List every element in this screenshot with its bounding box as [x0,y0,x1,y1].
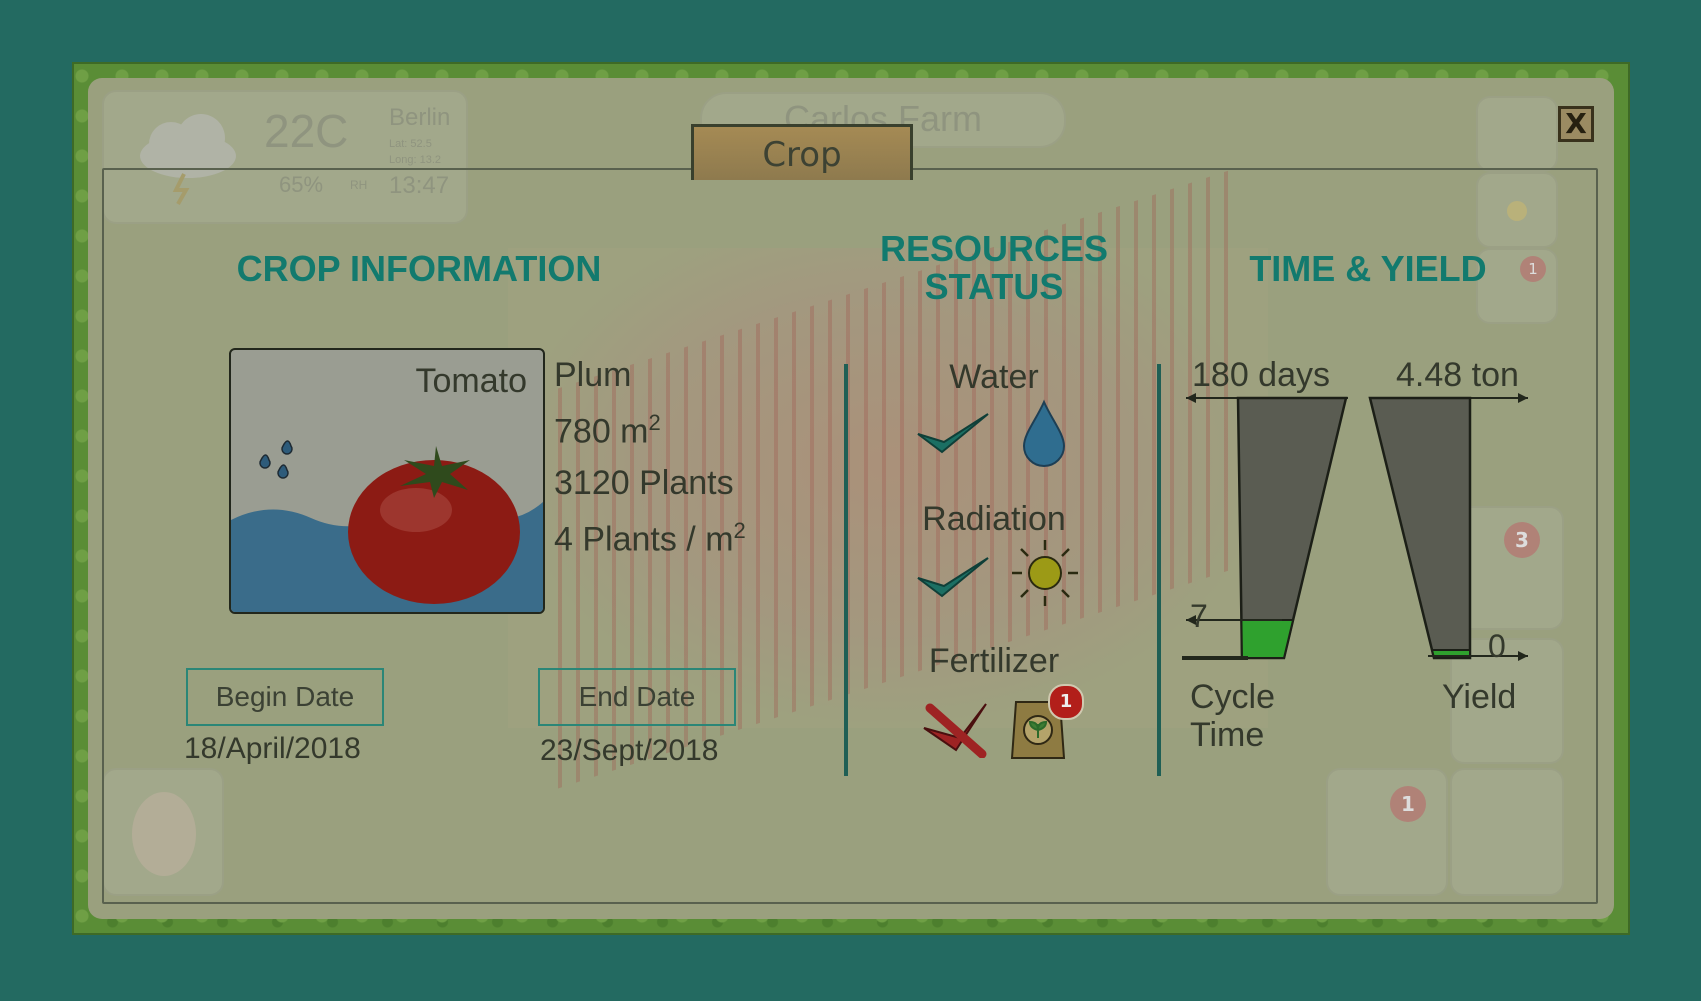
plant-density: 4 Plants / m2 [554,518,746,559]
water-drop-icon [1022,399,1066,467]
crop-area: 780 m2 [554,410,661,451]
radiation-ok-check-icon [917,557,989,598]
crop-image-card: Tomato [229,348,545,614]
longitude: Long: 13.2 [389,154,441,166]
section-divider-2 [1157,364,1161,776]
crop-information-heading: CROP INFORMATION [236,248,602,289]
close-button[interactable]: X [1558,106,1594,142]
crop-area-value: 780 m [554,412,649,451]
tomato-icon [231,440,543,612]
cycle-current-value: 7 [1190,598,1208,634]
yield-label: Yield [1442,678,1517,716]
city-name: Berlin [389,104,451,131]
fertilizer-fail-cross-icon [923,703,987,758]
section-divider-1 [844,364,848,776]
crop-area-unit-exp: 2 [648,410,661,435]
cycle-time-label: Cycle Time [1190,678,1275,754]
temperature: 22C [264,105,349,157]
water-label: Water [949,358,1039,396]
yield-current-value: 0 [1488,628,1506,664]
yield-gauge-shape [1368,396,1472,660]
sun-icon [1012,540,1078,606]
time-yield-heading: TIME & YIELD [1249,248,1487,289]
plant-count: 3120 Plants [554,464,734,502]
crop-variety: Plum [554,356,632,394]
dialog-panel: 22C Berlin Lat: 52.5 Long: 13.2 65% RH 1… [88,78,1614,919]
cycle-label-line1: Cycle [1190,678,1276,716]
end-date-button[interactable]: End Date [538,668,736,726]
fertilizer-label: Fertilizer [928,642,1060,680]
plant-density-value: 4 Plants / m [554,520,734,559]
resources-heading-line1: RESOURCES [879,228,1109,269]
resources-heading-line2: STATUS [924,266,1064,307]
plant-density-unit-exp: 2 [733,518,746,543]
cycle-gauge-fill [1240,619,1295,659]
begin-date-button[interactable]: Begin Date [186,668,384,726]
water-ok-check-icon [917,413,989,454]
fertilizer-alert-badge: 1 [1048,684,1084,720]
dialog-title-tab: Crop [691,124,913,180]
dialog-frame: 22C Berlin Lat: 52.5 Long: 13.2 65% RH 1… [72,62,1630,935]
end-date-value: 23/Sept/2018 [540,734,719,767]
cycle-label-line2: Time [1190,716,1265,754]
side-button-water [1476,96,1558,172]
dialog-title: Crop [762,135,842,175]
begin-date-value: 18/April/2018 [184,732,361,765]
resources-status-heading: RESOURCES STATUS [874,230,1114,306]
latitude: Lat: 52.5 [389,138,432,150]
radiation-label: Radiation [922,500,1066,538]
